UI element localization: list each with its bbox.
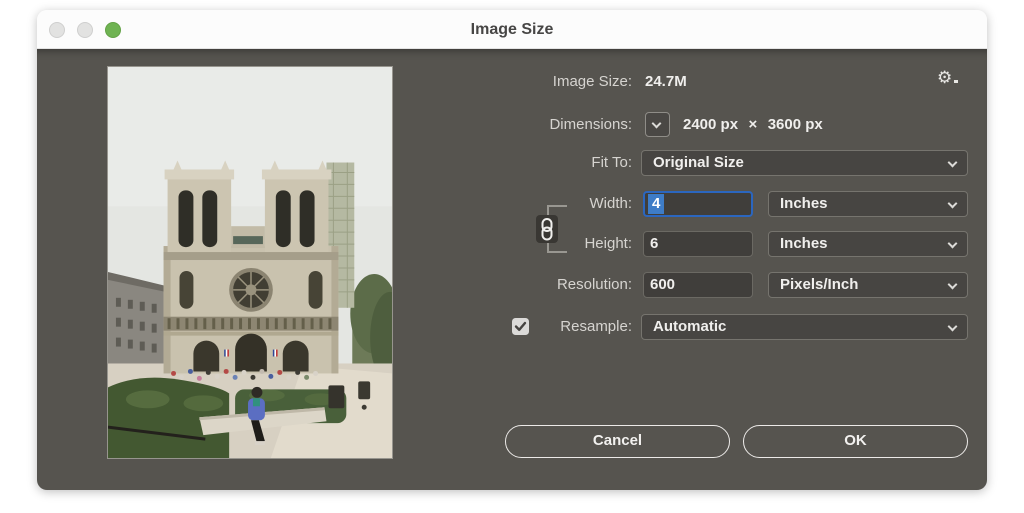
- cancel-button[interactable]: Cancel: [505, 425, 730, 458]
- fit-to-value: Original Size: [653, 154, 744, 171]
- width-label: Width:: [589, 195, 632, 212]
- ok-button[interactable]: OK: [743, 425, 968, 458]
- height-unit-value: Inches: [780, 235, 828, 252]
- image-size-label: Image Size:: [552, 73, 632, 90]
- height-input[interactable]: 6: [643, 231, 753, 257]
- resample-select[interactable]: Automatic: [641, 314, 968, 340]
- chevron-down-icon: [947, 321, 958, 332]
- chevron-down-icon: [947, 279, 958, 290]
- height-unit-select[interactable]: Inches: [768, 231, 968, 257]
- resolution-label: Resolution:: [556, 276, 632, 293]
- chevron-down-icon: [947, 198, 958, 209]
- dimensions-value: 2400 px × 3600 px: [683, 112, 829, 137]
- width-unit-select[interactable]: Inches: [768, 191, 968, 217]
- gear-glyph: ⚙: [937, 68, 953, 88]
- dimensions-height: 3600 px: [767, 116, 823, 133]
- dimensions-disclosure-button[interactable]: [645, 112, 670, 137]
- resample-value: Automatic: [653, 318, 727, 335]
- image-preview[interactable]: [107, 66, 393, 459]
- chevron-down-icon: [947, 238, 958, 249]
- resolution-unit-select[interactable]: Pixels/Inch: [768, 272, 968, 298]
- dimensions-label: Dimensions:: [549, 116, 632, 133]
- width-unit-value: Inches: [780, 195, 828, 212]
- dimensions-width: 2400 px: [683, 116, 739, 133]
- gear-icon[interactable]: ⚙: [937, 65, 967, 91]
- chevron-down-icon: [651, 118, 662, 129]
- width-value-selected: 4: [648, 194, 665, 214]
- image-size-dialog: Image Size Image Size: 24.7M ⚙ Dimension…: [37, 10, 987, 490]
- height-label: Height:: [584, 235, 632, 252]
- titlebar[interactable]: Image Size: [37, 10, 987, 49]
- width-input[interactable]: 4: [643, 191, 753, 217]
- fit-to-label: Fit To:: [591, 154, 632, 171]
- multiply-sign: ×: [748, 116, 758, 133]
- dialog-title: Image Size: [470, 21, 554, 38]
- dialog-body: Image Size: 24.7M ⚙ Dimensions: 2400 px …: [37, 49, 987, 490]
- height-value: 6: [650, 235, 659, 252]
- resolution-value: 600: [650, 276, 676, 293]
- resolution-input[interactable]: 600: [643, 272, 753, 298]
- image-size-value: 24.7M: [645, 73, 687, 90]
- resolution-unit-value: Pixels/Inch: [780, 276, 859, 293]
- gear-menu-dot: [954, 80, 959, 83]
- chevron-down-icon: [947, 157, 958, 168]
- notre-dame-photo: [108, 67, 392, 458]
- resample-label: Resample:: [560, 318, 632, 335]
- fit-to-select[interactable]: Original Size: [641, 150, 968, 176]
